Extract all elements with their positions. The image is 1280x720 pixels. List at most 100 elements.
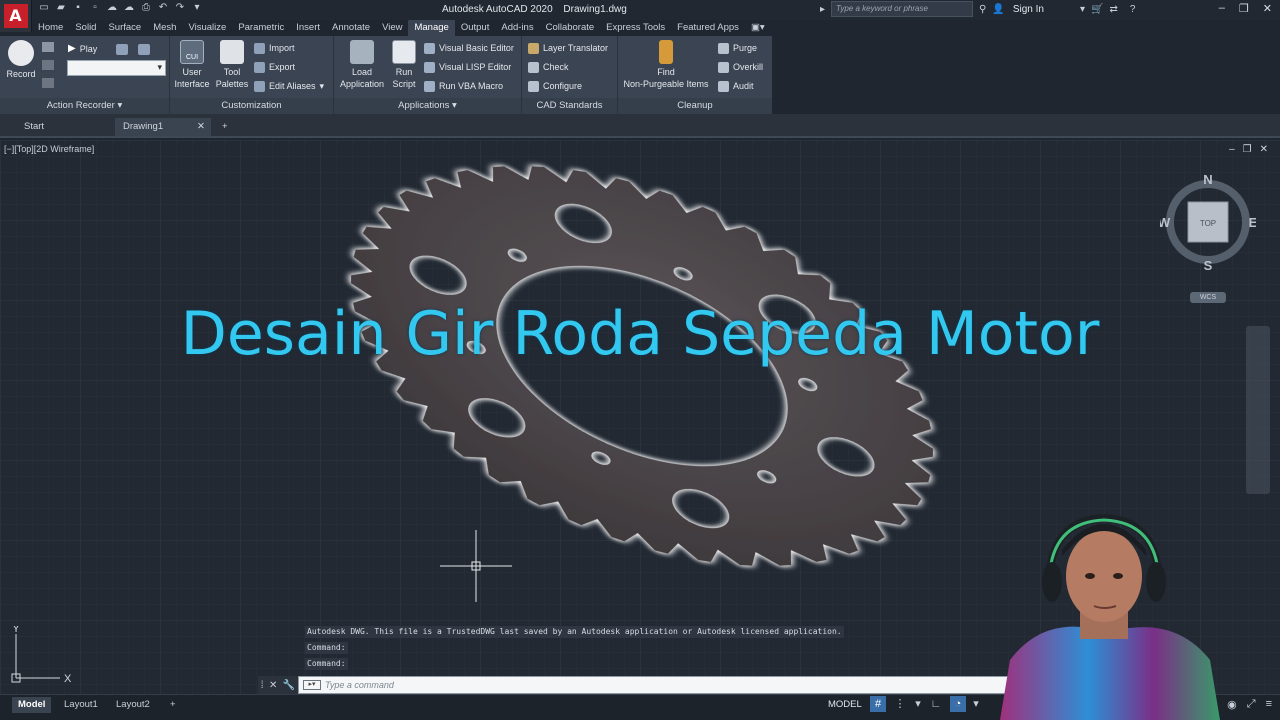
open-folder-icon[interactable]: ▰ xyxy=(55,2,67,14)
command-input-placeholder: Type a command xyxy=(325,680,394,690)
close-tab-icon[interactable]: ✕ xyxy=(197,118,205,136)
viewcube[interactable]: TOP N S E W xyxy=(1160,174,1256,270)
recorder-prompt-icon[interactable] xyxy=(42,78,54,88)
recorder-settings-icon[interactable] xyxy=(138,44,150,55)
redo-icon[interactable]: ↷ xyxy=(174,2,186,14)
polar-dropdown-icon[interactable]: ▾ xyxy=(972,696,980,712)
cart-icon[interactable]: 🛒 xyxy=(1091,4,1103,15)
ribbon-display-toggle-icon[interactable]: ▣▾ xyxy=(745,20,771,36)
undo-icon[interactable]: ↶ xyxy=(157,2,169,14)
layout-tab-layout2[interactable]: Layout2 xyxy=(110,697,156,713)
restore-icon[interactable]: ❐ xyxy=(1239,2,1249,15)
cloud-save-icon[interactable]: ☁ xyxy=(123,2,135,14)
layout-tab-layout1[interactable]: Layout1 xyxy=(58,697,104,713)
search-input[interactable]: Type a keyword or phrase xyxy=(831,1,974,17)
find-non-purgeable-button[interactable]: Find Non-Purgeable Items xyxy=(620,40,712,90)
add-layout-button[interactable]: + xyxy=(164,697,182,713)
save-icon[interactable]: ▪ xyxy=(72,2,84,14)
plot-icon[interactable]: ⎙ xyxy=(140,2,152,14)
tab-insert[interactable]: Insert xyxy=(290,20,326,36)
tab-view[interactable]: View xyxy=(376,20,408,36)
tab-surface[interactable]: Surface xyxy=(102,20,147,36)
export-button[interactable]: Export xyxy=(254,60,295,74)
viewcube-face-label[interactable]: TOP xyxy=(1200,219,1216,228)
snap-dropdown-icon[interactable]: ▾ xyxy=(914,696,922,712)
exchange-icon[interactable]: ⇄ xyxy=(1109,4,1117,15)
tab-add-ins[interactable]: Add-ins xyxy=(495,20,539,36)
record-label: Record xyxy=(6,69,36,79)
new-tab-button[interactable]: + xyxy=(214,118,238,136)
recorder-note-icon[interactable] xyxy=(42,42,54,52)
edit-aliases-button[interactable]: Edit Aliases ▾ xyxy=(254,79,324,93)
tab-visualize[interactable]: Visualize xyxy=(182,20,232,36)
recorder-message-icon[interactable] xyxy=(42,60,54,70)
isolate-icon[interactable]: ◉ xyxy=(1227,698,1237,711)
tab-express-tools[interactable]: Express Tools xyxy=(600,20,671,36)
overkill-button[interactable]: Overkill xyxy=(718,60,763,74)
new-file-icon[interactable]: ▭ xyxy=(38,2,50,14)
sign-in-button[interactable]: Sign In xyxy=(1013,4,1044,15)
command-line-close-icon[interactable]: ✕ xyxy=(269,680,277,691)
compass-north[interactable]: N xyxy=(1203,174,1212,187)
audit-button[interactable]: Audit xyxy=(718,79,754,93)
tab-mesh[interactable]: Mesh xyxy=(147,20,182,36)
panel-title-applications[interactable]: Applications ▾ xyxy=(334,98,521,114)
cui-icon: CUI xyxy=(180,40,204,64)
configure-button[interactable]: Configure xyxy=(528,79,582,93)
tool-palettes-button[interactable]: Tool Palettes xyxy=(214,40,250,90)
application-menu-button[interactable]: A xyxy=(0,0,32,32)
binoculars-icon[interactable]: ⚲ xyxy=(979,4,986,15)
close-icon[interactable]: ✕ xyxy=(1263,2,1272,15)
run-script-button[interactable]: Run Script xyxy=(390,40,418,90)
user-interface-button[interactable]: CUI User Interface xyxy=(172,40,212,90)
help-icon[interactable]: ? xyxy=(1130,4,1136,15)
search-arrow-icon: ▸ xyxy=(820,3,826,15)
record-button[interactable]: Record xyxy=(4,40,38,80)
tab-manage[interactable]: Manage xyxy=(408,20,455,36)
polar-tracking-icon[interactable]: ◔ xyxy=(950,696,966,712)
wcs-menu[interactable]: WCS xyxy=(1190,292,1226,303)
command-line-customize-icon[interactable]: 🔧 xyxy=(283,680,295,691)
ortho-icon[interactable]: ∟ xyxy=(928,696,944,712)
compass-south[interactable]: S xyxy=(1204,258,1213,270)
recorder-edit-icon[interactable] xyxy=(116,44,128,55)
command-line-grip-icon[interactable]: ⁞ xyxy=(261,680,264,691)
recent-commands-icon[interactable]: ▸▾ xyxy=(303,680,321,690)
play-button[interactable]: ▶ Play xyxy=(68,42,97,56)
tab-parametric[interactable]: Parametric xyxy=(232,20,290,36)
cloud-open-icon[interactable]: ☁ xyxy=(106,2,118,14)
save-as-icon[interactable]: ▫ xyxy=(89,2,101,14)
tab-output[interactable]: Output xyxy=(455,20,496,36)
tab-home[interactable]: Home xyxy=(32,20,69,36)
layer-translator-button[interactable]: Layer Translator xyxy=(528,41,608,55)
macro-select[interactable]: ▾ xyxy=(67,60,166,76)
import-button[interactable]: Import xyxy=(254,41,295,55)
grid-icon[interactable]: # xyxy=(870,696,886,712)
fullscreen-icon[interactable]: ⤢ xyxy=(1247,698,1256,711)
panel-title-action-recorder[interactable]: Action Recorder ▾ xyxy=(0,98,169,114)
file-tab-start[interactable]: Start xyxy=(16,118,112,136)
snap-mode-icon[interactable]: ⋮ xyxy=(892,696,908,712)
run-vba-macro-button[interactable]: Run VBA Macro xyxy=(424,79,503,93)
load-application-button[interactable]: Load Application xyxy=(336,40,388,90)
customization-menu-icon[interactable]: ≡ xyxy=(1266,698,1272,711)
compass-west[interactable]: W xyxy=(1160,215,1171,230)
compass-east[interactable]: E xyxy=(1249,215,1256,230)
visual-basic-editor-button[interactable]: Visual Basic Editor xyxy=(424,41,514,55)
file-tab-drawing1[interactable]: Drawing1 ✕ xyxy=(115,118,211,136)
layout-tab-model[interactable]: Model xyxy=(12,697,52,713)
navigation-bar[interactable] xyxy=(1246,326,1270,494)
purge-button[interactable]: Purge xyxy=(718,41,757,55)
model-space-toggle[interactable]: MODEL xyxy=(828,699,862,710)
tab-featured-apps[interactable]: Featured Apps xyxy=(671,20,745,36)
command-input[interactable]: ▸▾ Type a command xyxy=(298,676,1010,694)
check-button[interactable]: Check xyxy=(528,60,569,74)
customize-qat-icon[interactable]: ▾ xyxy=(191,2,203,14)
broom-icon xyxy=(659,40,673,64)
tab-collaborate[interactable]: Collaborate xyxy=(540,20,601,36)
tab-solid[interactable]: Solid xyxy=(69,20,102,36)
tab-annotate[interactable]: Annotate xyxy=(326,20,376,36)
visual-lisp-editor-button[interactable]: Visual LISP Editor xyxy=(424,60,511,74)
signin-dropdown-icon[interactable]: ▾ xyxy=(1080,4,1085,15)
minimize-icon[interactable]: – xyxy=(1219,2,1225,15)
